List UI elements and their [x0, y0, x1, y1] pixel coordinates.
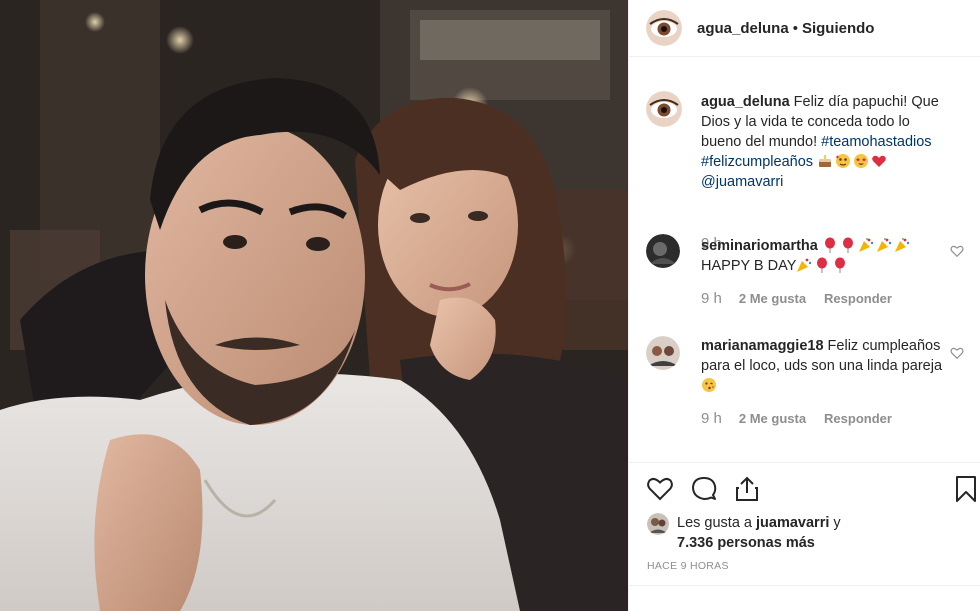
add-comment-area[interactable] [629, 585, 980, 611]
comment-item: marianamaggie18 Feliz cumpleaños para el… [629, 334, 980, 427]
comment-likes[interactable]: 2 Me gusta [739, 411, 806, 426]
reply-button[interactable]: Responder [824, 291, 892, 306]
liker-avatar[interactable] [647, 513, 669, 535]
reply-button[interactable]: Responder [824, 411, 892, 426]
comment-icon[interactable] [690, 475, 718, 503]
comment-username[interactable]: seminariomartha [701, 238, 818, 254]
comment-likes[interactable]: 2 Me gusta [739, 291, 806, 306]
likes-conj: y [833, 515, 841, 531]
bookmark-icon[interactable] [952, 475, 980, 503]
kiss-face-emoji [702, 378, 716, 392]
commenter-avatar[interactable] [646, 336, 680, 370]
post-header: agua_deluna • Siguiendo [629, 0, 980, 57]
post-side-panel: agua_deluna • Siguiendo agua_deluna Feli… [628, 0, 980, 611]
mention-link[interactable]: @juamavarri [701, 174, 783, 190]
party-popper-emoji [894, 238, 910, 252]
party-popper-emoji [858, 238, 874, 252]
comment-trail-emojis [796, 257, 850, 274]
comment-text: seminariomartha HAPPY B DAY [701, 236, 951, 276]
comment-lead-emojis [822, 237, 912, 254]
comment-meta: 9 h 2 Me gusta Responder [701, 410, 910, 427]
caption-text: agua_deluna Feliz día papuchi! Que Dios … [701, 92, 951, 192]
post-photo[interactable] [0, 0, 628, 611]
red-heart-emoji [872, 155, 886, 167]
comment-item: seminariomartha HAPPY B DAY 9 h 2 Me gus… [629, 232, 980, 312]
comment-text: marianamaggie18 Feliz cumpleaños para el… [701, 336, 951, 396]
following-button[interactable]: Siguiendo [802, 20, 875, 37]
post-timestamp[interactable]: HACE 9 HORAS [647, 560, 729, 572]
hashtag-link[interactable]: #teamohastadios [821, 134, 931, 150]
hearts-face-emoji [836, 154, 851, 168]
like-comment-heart-icon[interactable] [950, 346, 964, 360]
commenter-avatar[interactable] [646, 234, 680, 268]
balloon-emoji [817, 257, 828, 273]
balloon-emoji [824, 237, 835, 253]
likes-prefix: Les gusta a [677, 515, 752, 531]
like-comment-heart-icon[interactable] [950, 244, 964, 258]
comment-meta: 9 h 2 Me gusta Responder [701, 290, 910, 307]
caption-username[interactable]: agua_deluna [701, 94, 790, 110]
heart-icon[interactable] [646, 475, 674, 503]
comment-message: HAPPY B DAY [701, 258, 797, 274]
author-username[interactable]: agua_deluna [697, 20, 789, 37]
likes-summary: Les gusta a juamavarri y 7.336 personas … [647, 513, 841, 553]
hashtag-link[interactable]: #felizcumpleaños [701, 154, 813, 170]
comment-trail-emojis [701, 378, 719, 394]
balloon-emoji [835, 257, 846, 273]
share-icon[interactable] [733, 475, 761, 503]
cake-emoji [819, 155, 832, 167]
likes-count[interactable]: 7.336 personas más [677, 535, 815, 551]
balloon-emoji [842, 237, 853, 253]
caption-avatar[interactable] [646, 91, 682, 127]
comment-time[interactable]: 9 h [701, 290, 722, 307]
liker-username[interactable]: juamavarri [756, 515, 829, 531]
photo-illustration [0, 0, 628, 611]
comment-time[interactable]: 9 h [701, 410, 722, 427]
party-popper-emoji [797, 258, 812, 272]
comment-username[interactable]: marianamaggie18 [701, 338, 824, 354]
post-actions: Les gusta a juamavarri y 7.336 personas … [629, 462, 980, 611]
star-eyes-emoji [854, 154, 869, 168]
header-separator: • [792, 19, 798, 37]
likes-text: Les gusta a juamavarri y 7.336 personas … [677, 513, 841, 553]
author-avatar[interactable] [646, 10, 682, 46]
comments-list[interactable]: agua_deluna Feliz día papuchi! Que Dios … [629, 57, 980, 462]
caption-emojis [817, 154, 889, 170]
party-popper-emoji [876, 238, 892, 252]
